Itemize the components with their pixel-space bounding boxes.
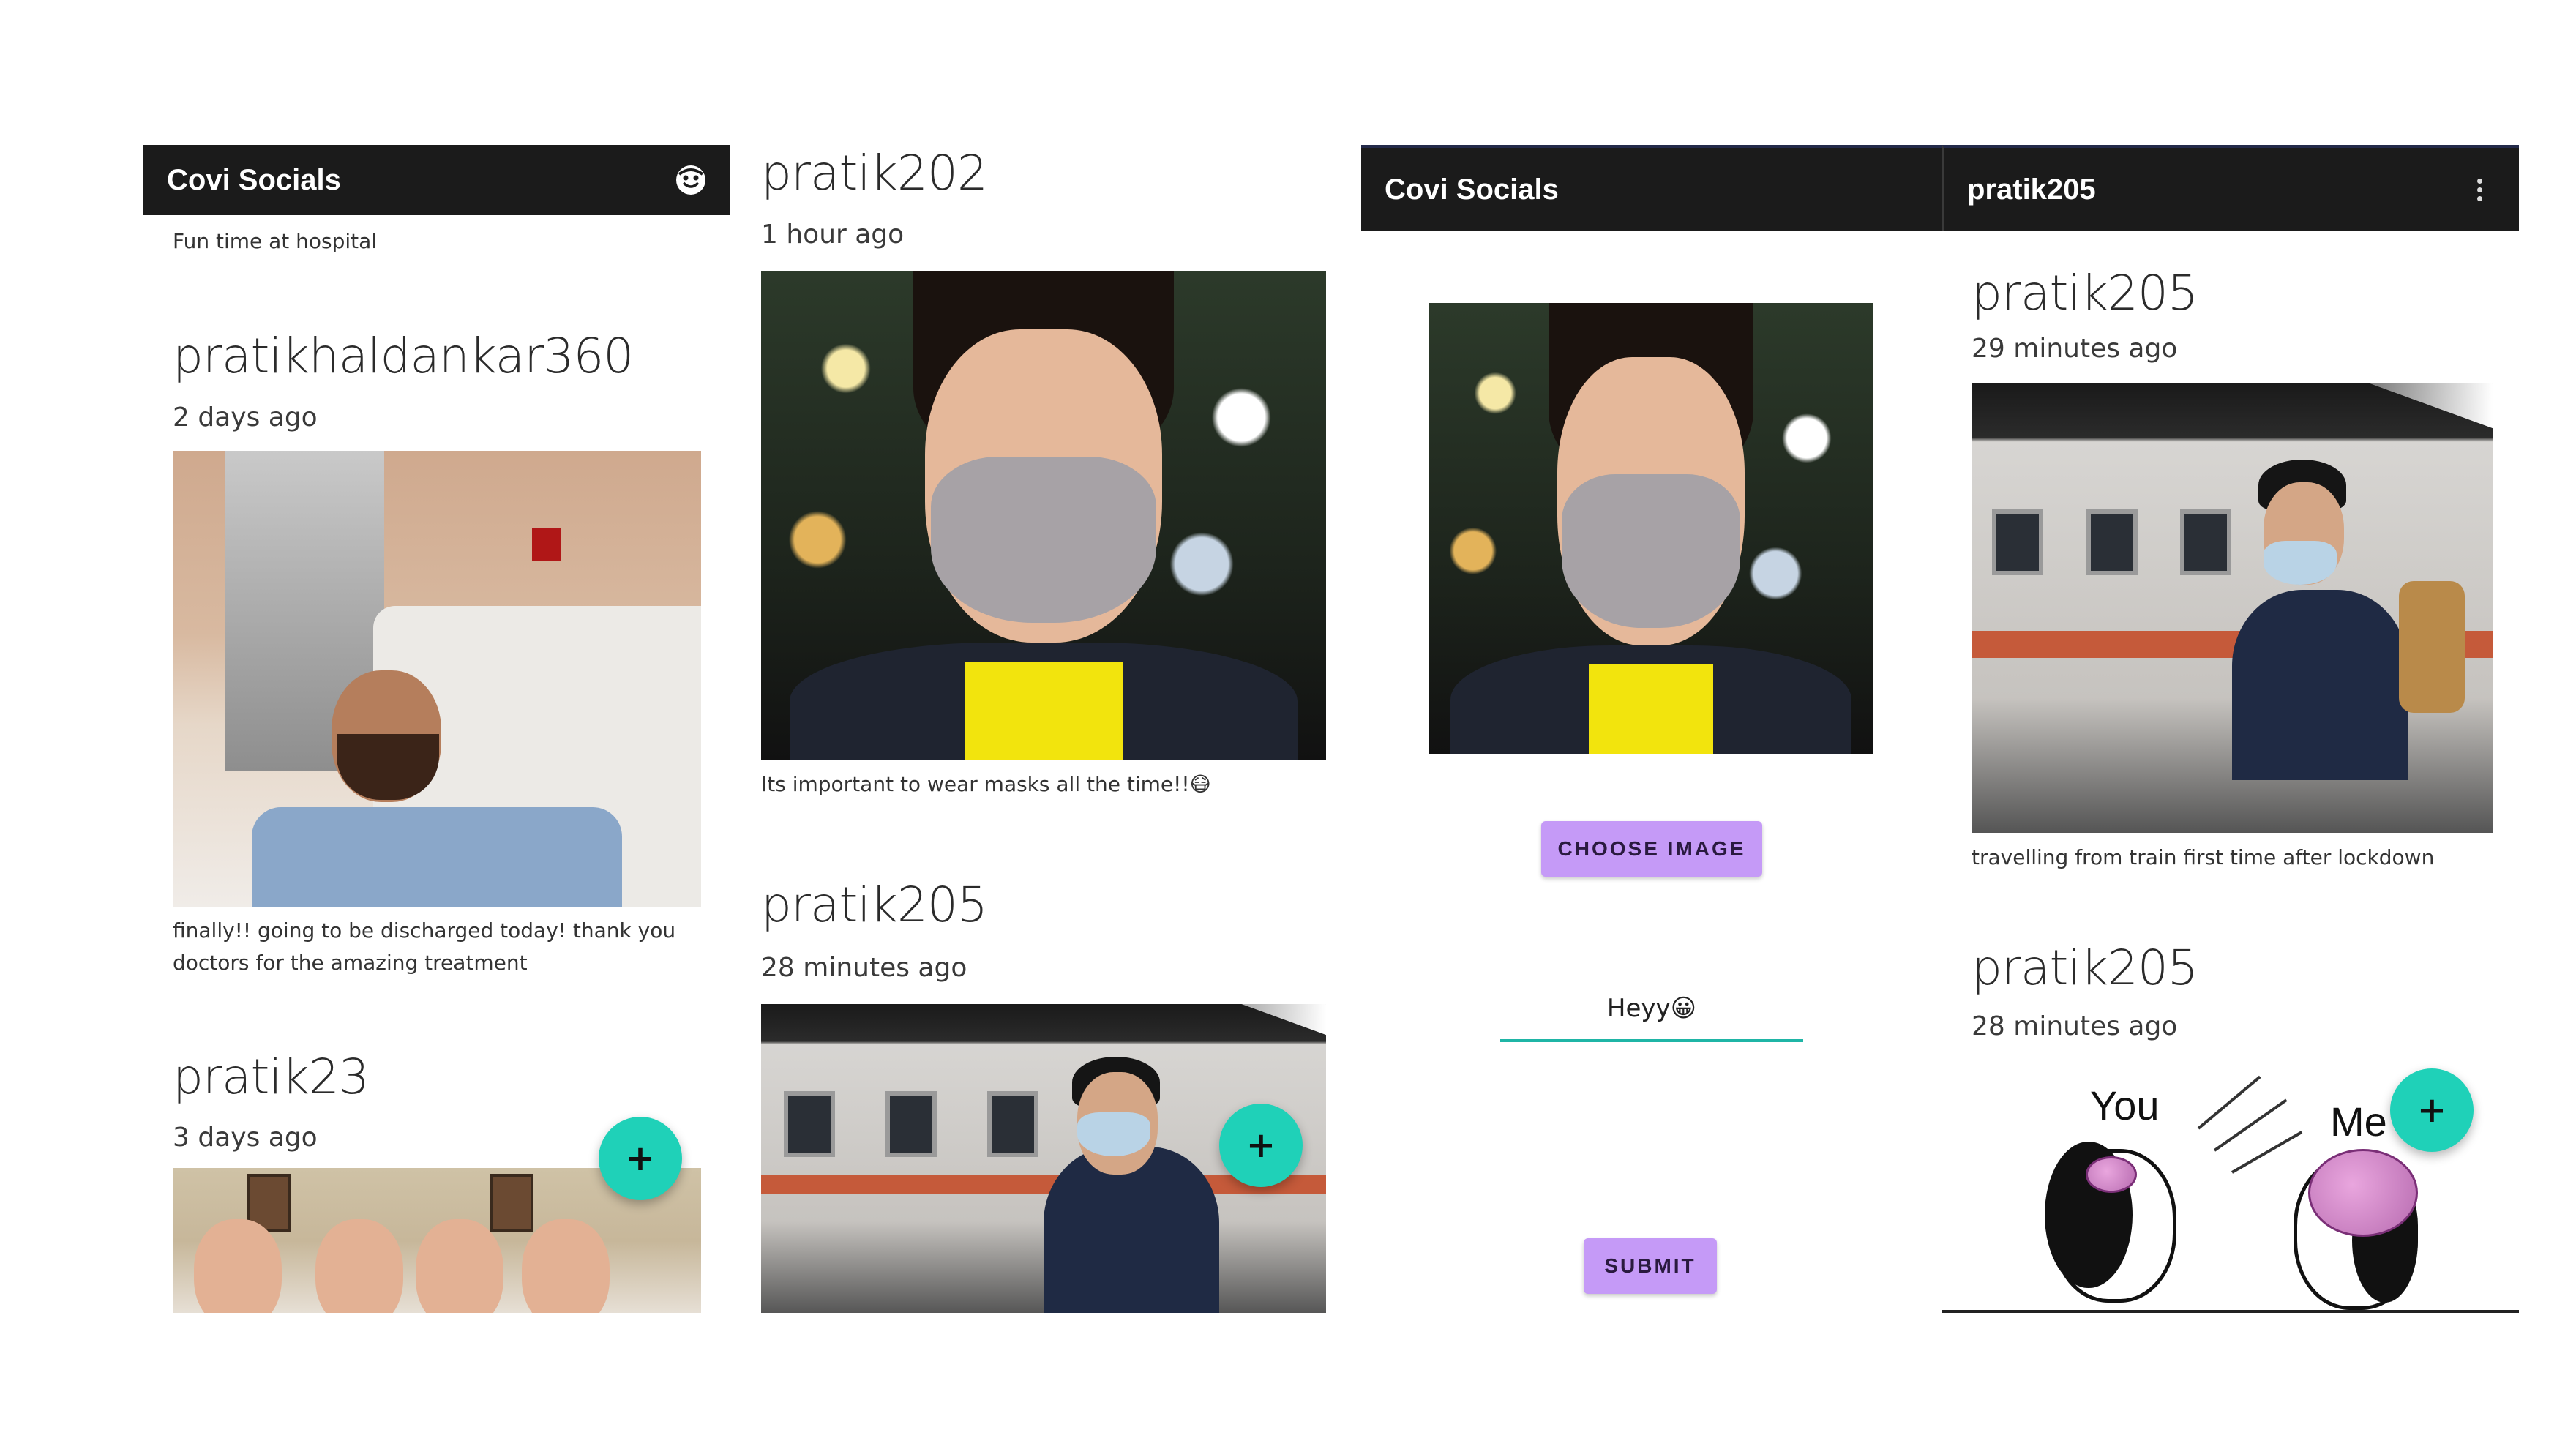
choose-image-button[interactable]: CHOOSE IMAGE [1541,821,1762,877]
post-timestamp: 29 minutes ago [1972,334,2178,364]
more-vert-icon[interactable] [2462,172,2497,207]
post-caption: Fun time at hospital [173,229,378,253]
post-username[interactable]: pratik202 [761,145,988,201]
app-title: Covi Socials [167,163,341,196]
post-username[interactable]: pratik205 [761,877,988,933]
selected-image-preview [1429,303,1873,754]
post-timestamp: 28 minutes ago [761,953,967,983]
post-username[interactable]: pratik205 [1972,940,2198,996]
post-timestamp: 2 days ago [173,402,318,433]
add-post-button[interactable]: + [2390,1068,2474,1152]
post-username[interactable]: pratik205 [1972,265,2198,321]
new-post-screen: Covi Socials CHOOSE IMAGE Heyy😀 SUBMIT [1361,145,1942,1313]
caption-input-value: Heyy😀 [1606,994,1697,1023]
meme-label: Me [2330,1098,2387,1145]
post-image[interactable] [173,451,701,907]
app-title: Covi Socials [1385,173,1559,206]
post-timestamp: 3 days ago [173,1123,318,1153]
app-bar: Covi Socials [143,145,730,215]
app-bar: pratik205 [1942,145,2519,231]
caption-input[interactable]: Heyy😀 [1500,986,1803,1042]
app-title: pratik205 [1967,173,2096,206]
post-image[interactable] [1972,383,2493,833]
feed-screen-1: Covi Socials Fun time at hospital pratik… [143,145,730,1313]
post-timestamp: 1 hour ago [761,220,905,250]
post-caption: travelling from train first time after l… [1972,845,2435,869]
profile-screen: pratik205 pratik205 29 minutes ago trave… [1942,145,2519,1313]
add-post-button[interactable]: + [1219,1104,1303,1187]
post-username[interactable]: pratikhaldankar360 [173,328,634,384]
add-post-button[interactable]: + [599,1117,682,1200]
post-timestamp: 28 minutes ago [1972,1011,2178,1041]
app-bar: Covi Socials [1361,145,1942,231]
post-caption: finally!! going to be discharged today! … [173,918,676,975]
face-icon[interactable] [673,162,708,198]
feed-screen-2: pratik202 1 hour ago Its important to we… [761,145,1332,1313]
submit-button[interactable]: SUBMIT [1584,1238,1717,1294]
post-username[interactable]: pratik23 [173,1049,370,1105]
post-image[interactable] [761,271,1326,760]
meme-label: You [2090,1082,2160,1128]
post-caption: Its important to wear masks all the time… [761,772,1211,796]
